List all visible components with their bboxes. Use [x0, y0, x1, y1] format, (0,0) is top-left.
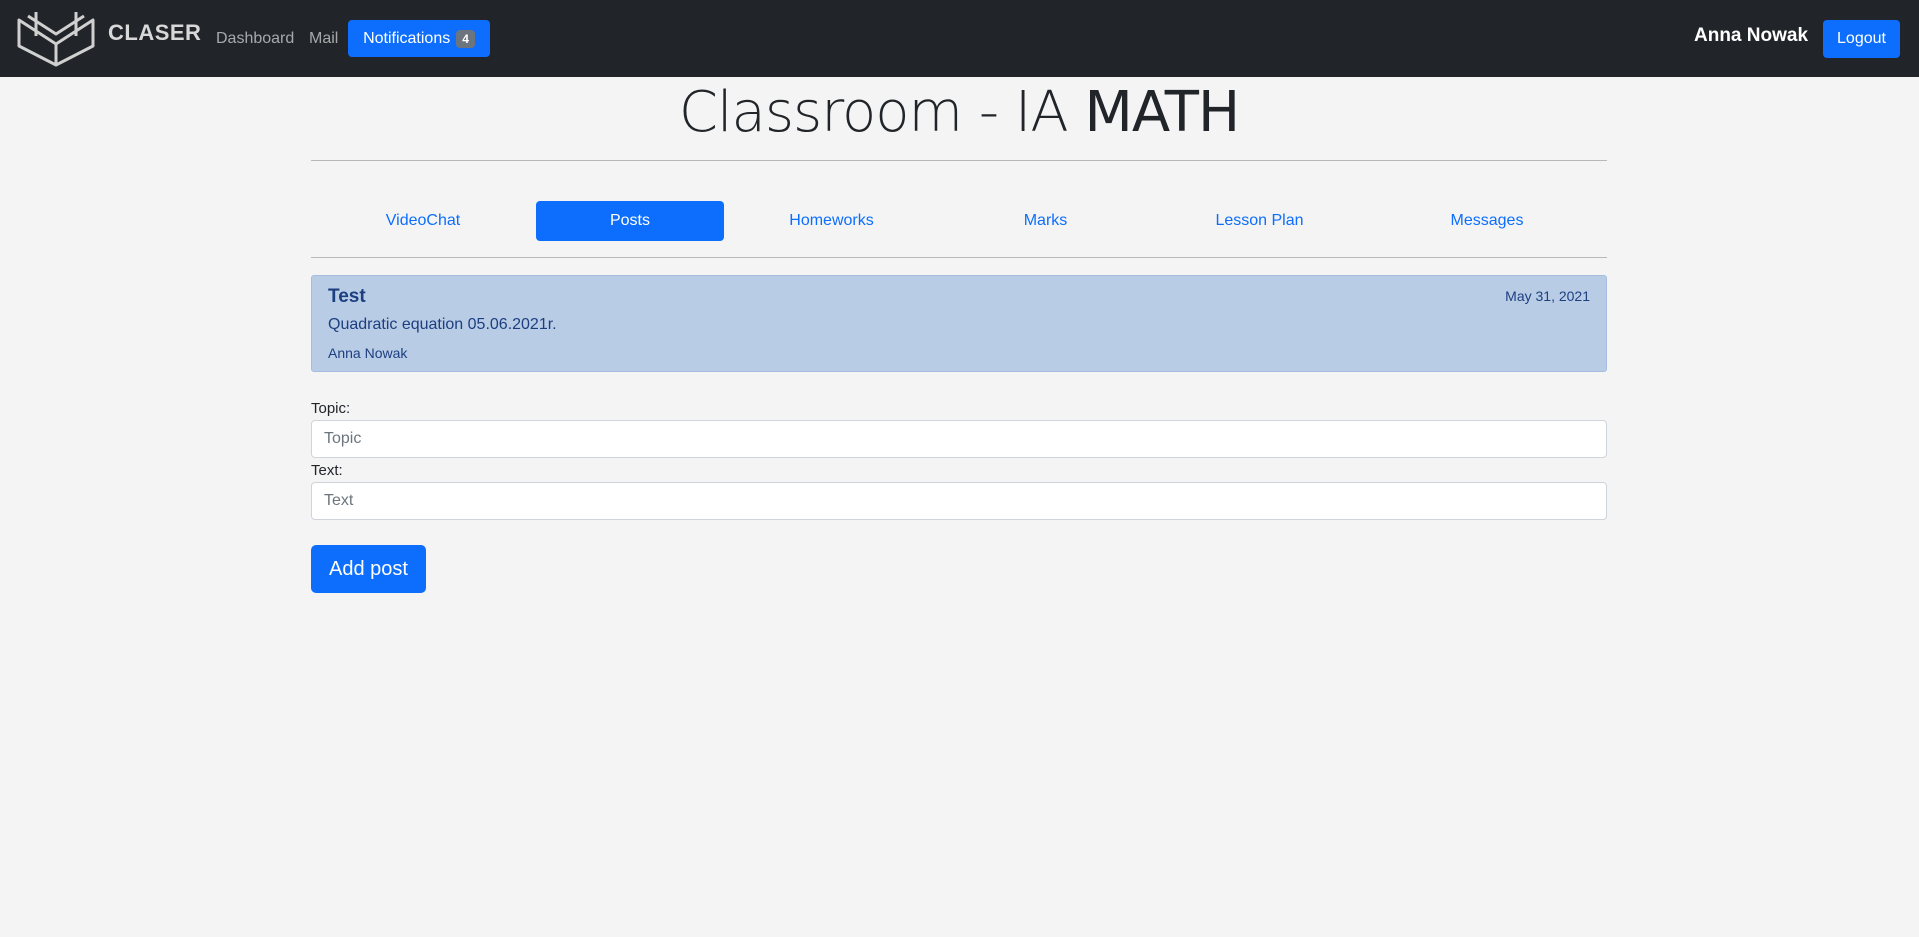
- tab-posts[interactable]: Posts: [536, 201, 724, 241]
- notifications-count-badge: 4: [456, 29, 475, 48]
- tab-lesson-plan[interactable]: Lesson Plan: [1153, 201, 1366, 241]
- tab-videochat[interactable]: VideoChat: [311, 201, 535, 241]
- topic-input[interactable]: [311, 420, 1607, 458]
- page-title: Classroom - IA MATH: [311, 80, 1607, 146]
- post-text: Quadratic equation 05.06.2021r.: [328, 316, 557, 333]
- text-label: Text:: [311, 462, 343, 479]
- topic-label: Topic:: [311, 400, 351, 417]
- brand-name: CLASER: [108, 19, 202, 45]
- post-author: Anna Nowak: [328, 345, 408, 361]
- tab-messages[interactable]: Messages: [1367, 201, 1607, 241]
- text-input[interactable]: [311, 482, 1607, 520]
- notifications-label: Notifications: [363, 29, 451, 47]
- current-user-name: Anna Nowak: [1694, 25, 1809, 46]
- nav-dashboard-link[interactable]: Dashboard: [216, 28, 294, 50]
- tab-marks[interactable]: Marks: [939, 201, 1152, 241]
- page-title-prefix: Classroom - IA: [678, 80, 1069, 145]
- post-date: May 31, 2021: [1505, 288, 1590, 304]
- classroom-tabs: VideoChat Posts Homeworks Marks Lesson P…: [311, 201, 1607, 241]
- nav-mail-link[interactable]: Mail: [309, 28, 338, 50]
- logout-button[interactable]: Logout: [1823, 20, 1900, 58]
- top-navbar: CLASER Dashboard Mail Notifications 4 An…: [0, 0, 1919, 77]
- divider: [311, 160, 1607, 161]
- page-title-subject: MATH: [1084, 80, 1241, 145]
- post-card: Test May 31, 2021 Quadratic equation 05.…: [311, 275, 1607, 372]
- post-title: Test: [328, 286, 366, 307]
- tab-homeworks[interactable]: Homeworks: [725, 201, 938, 241]
- book-logo-icon: [17, 12, 95, 67]
- brand-logo[interactable]: CLASER: [16, 10, 201, 67]
- divider: [311, 257, 1607, 258]
- notifications-button[interactable]: Notifications 4: [348, 20, 490, 57]
- add-post-button[interactable]: Add post: [311, 545, 426, 593]
